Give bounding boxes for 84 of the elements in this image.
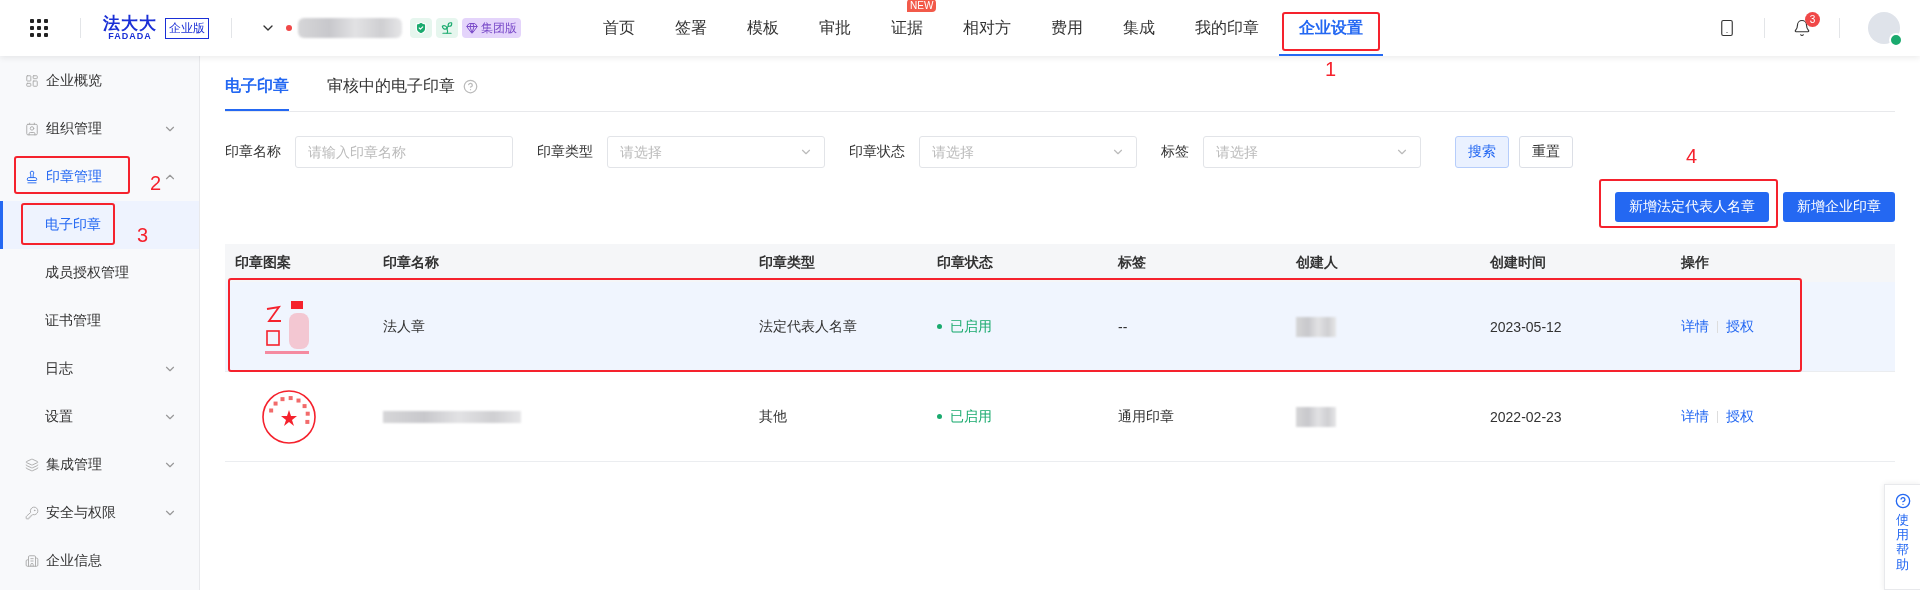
help-widget[interactable]: 使用帮助 — [1884, 484, 1920, 590]
nav-item[interactable]: 签署 — [675, 16, 707, 40]
sprout-icon — [436, 18, 458, 38]
sidebar-icon — [25, 122, 39, 136]
sidebar-icon — [25, 74, 39, 88]
sidebar-item[interactable]: 设置 — [0, 393, 199, 441]
input-field[interactable]: 请输入印章名称 — [295, 136, 513, 168]
filter-label: 印章类型 — [537, 143, 593, 161]
sidebar-icon — [25, 170, 39, 184]
sidebar-icon — [25, 506, 39, 520]
reset-button[interactable]: 重置 — [1519, 136, 1573, 168]
bell-icon[interactable] — [1793, 19, 1811, 37]
table-link[interactable]: 详情 — [1681, 407, 1709, 426]
app-grid-icon[interactable] — [30, 19, 48, 37]
nav-item[interactable]: 模板 — [747, 16, 779, 40]
sidebar-item[interactable]: 集成管理 — [0, 441, 199, 489]
sidebar-icon — [25, 554, 39, 568]
column-header: 印章状态 — [937, 254, 994, 272]
sidebar-item[interactable]: 安全与权限 — [0, 489, 199, 537]
sidebar-item[interactable]: 印章管理 2 — [0, 153, 199, 201]
nav-item[interactable]: 审批 — [819, 16, 851, 40]
status-text: 已启用 — [950, 407, 992, 426]
shield-icon — [410, 18, 432, 38]
plan-badge: 集团版 — [462, 18, 521, 38]
add-seal-button[interactable]: 新增法定代表人名章 — [1615, 192, 1769, 222]
status-dot — [286, 25, 292, 31]
nav-item[interactable]: 我的印章 — [1195, 16, 1259, 40]
column-header: 标签 — [1118, 254, 1147, 272]
sidebar-item[interactable]: 成员授权管理 — [0, 249, 199, 297]
nav-item[interactable]: 企业设置 — [1299, 16, 1363, 40]
table-link[interactable]: 授权 — [1726, 407, 1754, 426]
logo[interactable]: 法大大 FADADA — [103, 15, 157, 41]
search-button[interactable]: 搜索 — [1455, 136, 1509, 168]
nav-item[interactable]: 相对方 — [963, 16, 1011, 40]
filter-label: 印章状态 — [849, 143, 905, 161]
column-header: 创建人 — [1296, 254, 1339, 272]
table-cell-text: 2023-05-12 — [1490, 318, 1563, 335]
table-cell-text: 其他 — [759, 407, 788, 426]
filter-label: 印章名称 — [225, 143, 281, 161]
table-cell-text: 法人章 — [383, 317, 426, 336]
status-dot — [937, 324, 942, 329]
annotation-number: 2 — [150, 173, 162, 193]
status-text: 已启用 — [950, 317, 992, 336]
table-cell-text: 通用印章 — [1118, 407, 1175, 426]
redacted-creator — [1296, 316, 1336, 337]
status-dot — [937, 414, 942, 419]
select-field[interactable]: 请选择 — [919, 136, 1137, 168]
table-cell-text: -- — [1118, 318, 1129, 335]
column-header: 印章图案 — [235, 254, 292, 272]
redacted-creator — [1296, 406, 1336, 427]
column-header: 操作 — [1681, 254, 1710, 272]
filter-label: 标签 — [1161, 143, 1189, 161]
sidebar-item[interactable]: 企业概览 — [0, 57, 199, 105]
column-header: 印章名称 — [383, 254, 440, 272]
tab[interactable]: 审核中的电子印章 — [327, 76, 455, 111]
annotation-number: 4 — [1686, 146, 1698, 166]
avatar[interactable] — [1868, 12, 1900, 44]
sidebar-item[interactable]: 证书管理 — [0, 297, 199, 345]
table-cell-text: 法定代表人名章 — [759, 317, 858, 336]
annotation-number: 3 — [137, 225, 149, 245]
table-cell-text: 2022-02-23 — [1490, 408, 1563, 425]
new-badge: NEW — [907, 0, 937, 12]
add-seal-button[interactable]: 新增企业印章 — [1783, 192, 1895, 222]
column-header: 创建时间 — [1490, 254, 1547, 272]
sidebar-icon — [25, 458, 39, 472]
nav-item[interactable]: 证据 — [891, 16, 923, 40]
nav-item[interactable]: 费用 — [1051, 16, 1083, 40]
nav-item[interactable]: 首页 — [603, 16, 635, 40]
sidebar-item[interactable]: 日志 — [0, 345, 199, 393]
phone-icon[interactable] — [1718, 19, 1736, 37]
annotation-number: 1 — [1325, 59, 1337, 79]
help-icon — [1894, 493, 1911, 509]
sidebar-item[interactable]: 电子印章 3 — [0, 201, 199, 249]
column-header: 印章类型 — [759, 254, 816, 272]
edition-label: 企业版 — [165, 17, 209, 39]
sidebar-item[interactable]: 组织管理 — [0, 105, 199, 153]
tab[interactable]: 电子印章 — [225, 76, 289, 111]
sidebar-item[interactable]: 企业信息 — [0, 537, 199, 585]
notification-count: 3 — [1805, 12, 1820, 27]
select-field[interactable]: 请选择 — [1203, 136, 1421, 168]
select-field[interactable]: 请选择 — [607, 136, 825, 168]
table-link[interactable]: 授权 — [1726, 317, 1754, 336]
nav-item[interactable]: 集成 — [1123, 16, 1155, 40]
table-link[interactable]: 详情 — [1681, 317, 1709, 336]
